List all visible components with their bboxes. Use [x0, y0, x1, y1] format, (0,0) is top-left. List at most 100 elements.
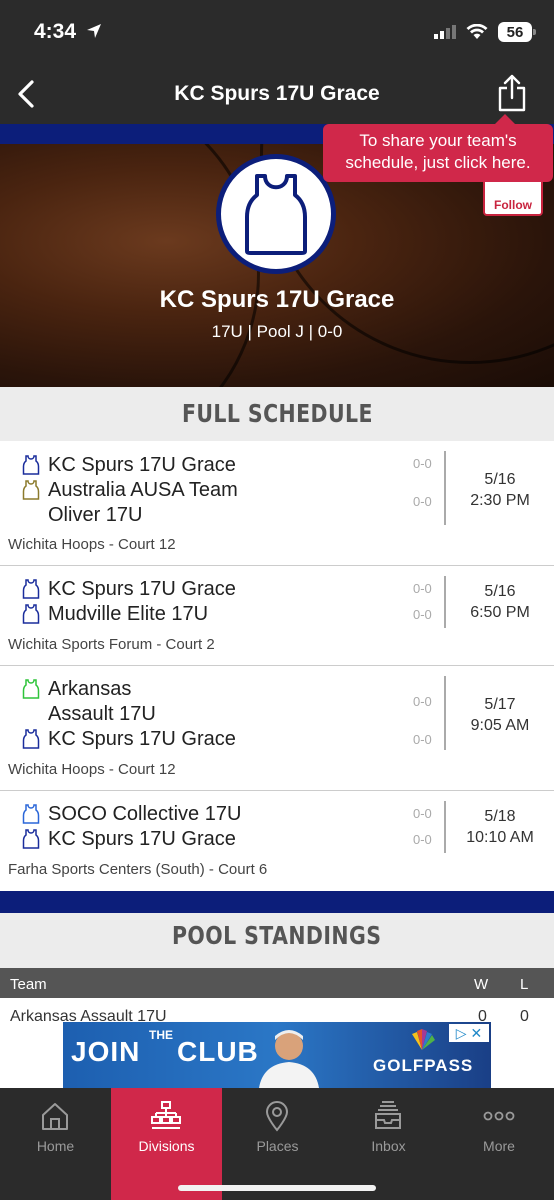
team-score: 0-0	[413, 494, 432, 509]
jersey-icon	[22, 480, 40, 500]
game-date: 5/18	[484, 808, 516, 825]
app-screen: 4:34 56 KC Spurs 17U Grace Follow KC Spu…	[0, 0, 554, 1200]
game-team[interactable]: KC Spurs 17U Grace	[22, 727, 388, 752]
game-team[interactable]: KC Spurs 17U Grace	[22, 453, 388, 478]
team-name: KC Spurs 17U Grace	[48, 454, 236, 476]
section-accent-strip	[0, 891, 554, 913]
column-divider	[444, 576, 446, 628]
pool-standings-header: POOL STANDINGS	[0, 913, 554, 968]
status-bar: 4:34 56	[0, 0, 554, 66]
column-divider	[444, 676, 446, 750]
team-score: 0-0	[413, 732, 432, 747]
tab-inbox[interactable]: Inbox	[333, 1088, 444, 1200]
tab-more[interactable]: More	[444, 1088, 554, 1200]
team-name: Australia AUSA Team Oliver 17U	[48, 479, 238, 526]
jersey-icon	[22, 579, 40, 599]
golfer-photo-icon	[259, 1030, 319, 1088]
team-name: KC Spurs 17U Grace	[48, 578, 236, 600]
tab-label: Home	[36, 1138, 75, 1154]
status-time: 4:34	[34, 20, 102, 44]
follow-label: Follow	[494, 198, 532, 212]
game-venue: Farha Sports Centers (South) - Court 6	[8, 861, 268, 878]
hero-team-name: KC Spurs 17U Grace	[159, 286, 395, 313]
team-score: 0-0	[413, 607, 432, 622]
jersey-icon	[22, 804, 40, 824]
nav-bar: KC Spurs 17U Grace	[0, 66, 554, 124]
ad-banner-container: JOIN THE CLUB GOLFPASS ▷ ✕	[0, 1022, 554, 1088]
battery-indicator: 56	[498, 22, 536, 42]
signal-icon	[434, 25, 456, 39]
home-indicator[interactable]	[178, 1185, 376, 1191]
game-card[interactable]: KC Spurs 17U Grace 0-0 Australia AUSA Te…	[0, 441, 554, 566]
more-icon	[483, 1111, 515, 1121]
game-team[interactable]: Arkansas Assault 17U	[22, 677, 178, 727]
game-date: 5/16	[484, 583, 516, 600]
team-name: Arkansas Assault 17U	[48, 678, 156, 725]
nbc-peacock-icon	[412, 1029, 435, 1050]
game-card[interactable]: KC Spurs 17U Grace 0-0 Mudville Elite 17…	[0, 566, 554, 666]
full-schedule-header: FULL SCHEDULE	[0, 387, 554, 441]
team-name: KC Spurs 17U Grace	[48, 728, 236, 750]
team-score: 0-0	[413, 456, 432, 471]
game-venue: Wichita Sports Forum - Court 2	[8, 636, 215, 653]
jersey-icon	[22, 679, 40, 699]
jersey-icon	[245, 174, 307, 255]
page-title: KC Spurs 17U Grace	[174, 82, 380, 105]
game-datetime: 5/16 6:50 PM	[450, 581, 550, 623]
game-card[interactable]: Arkansas Assault 17U 0-0 KC Spurs 17U Gr…	[0, 666, 554, 791]
team-name: KC Spurs 17U Grace	[48, 828, 236, 850]
jersey-icon	[22, 604, 40, 624]
game-datetime: 5/17 9:05 AM	[450, 694, 550, 736]
location-arrow-icon	[86, 24, 101, 38]
inbox-icon	[375, 1101, 401, 1129]
home-icon	[42, 1103, 68, 1130]
section-title: POOL STANDINGS	[172, 921, 382, 950]
game-card[interactable]: SOCO Collective 17U 0-0 KC Spurs 17U Gra…	[0, 791, 554, 891]
tab-divisions[interactable]: Divisions	[111, 1088, 222, 1200]
team-score: 0-0	[413, 806, 432, 821]
tab-places[interactable]: Places	[222, 1088, 333, 1200]
game-time: 9:05 AM	[470, 717, 530, 734]
team-score: 0-0	[413, 832, 432, 847]
team-score: 0-0	[413, 694, 432, 709]
game-team[interactable]: Mudville Elite 17U	[22, 602, 388, 627]
team-name: SOCO Collective 17U	[48, 803, 242, 825]
section-title: FULL SCHEDULE	[181, 399, 373, 428]
standings-table-header: Team W L	[0, 968, 554, 998]
game-date: 5/16	[484, 471, 516, 488]
game-team[interactable]: KC Spurs 17U Grace	[22, 827, 388, 852]
game-team[interactable]: SOCO Collective 17U	[22, 802, 388, 827]
game-datetime: 5/18 10:10 AM	[450, 806, 550, 848]
game-venue: Wichita Hoops - Court 12	[8, 536, 176, 553]
column-divider	[444, 801, 446, 853]
game-time: 2:30 PM	[470, 492, 530, 509]
map-pin-icon	[265, 1101, 289, 1132]
tooltip-line: schedule, just click here.	[345, 153, 531, 172]
status-indicators: 56	[434, 22, 536, 42]
hero-subtitle: 17U | Pool J | 0-0	[211, 322, 343, 341]
wifi-icon	[466, 24, 488, 39]
jersey-icon	[22, 729, 40, 749]
ad-headline: JOIN	[71, 1036, 141, 1067]
column-header-losses: L	[520, 976, 529, 993]
game-venue: Wichita Hoops - Court 12	[8, 761, 176, 778]
ad-headline-small: THE	[149, 1028, 173, 1042]
tab-home[interactable]: Home	[0, 1088, 111, 1200]
game-time: 10:10 AM	[466, 829, 534, 846]
column-divider	[444, 451, 446, 525]
ad-banner[interactable]: JOIN THE CLUB GOLFPASS ▷ ✕	[63, 1022, 491, 1088]
ad-headline: CLUB	[177, 1036, 259, 1067]
share-icon[interactable]	[496, 74, 528, 112]
time-text: 4:34	[34, 20, 77, 43]
ad-brand: GOLFPASS	[373, 1056, 474, 1075]
column-header-team: Team	[10, 976, 47, 993]
bracket-icon	[151, 1101, 181, 1129]
share-tooltip[interactable]: To share your team's schedule, just clic…	[323, 114, 553, 182]
game-team[interactable]: KC Spurs 17U Grace	[22, 577, 388, 602]
game-team[interactable]: Australia AUSA Team Oliver 17U	[22, 478, 278, 528]
tooltip-line: To share your team's	[359, 131, 517, 150]
game-time: 6:50 PM	[470, 604, 530, 621]
tab-label: Divisions	[138, 1138, 195, 1154]
team-name: Mudville Elite 17U	[48, 603, 209, 625]
ad-close-button[interactable]: ▷ ✕	[449, 1024, 489, 1042]
